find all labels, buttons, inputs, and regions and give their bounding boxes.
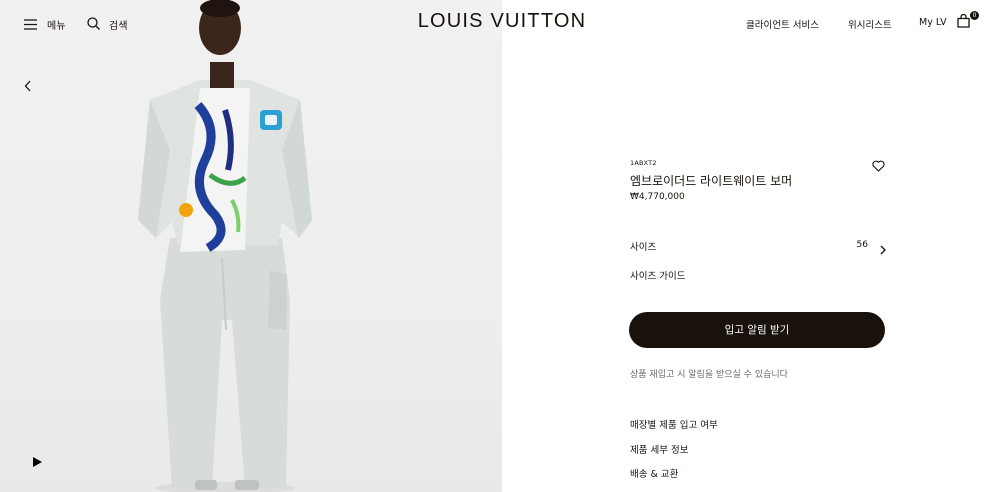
shipping-returns-link[interactable]: 배송 & 교환 xyxy=(630,466,678,480)
wishlist-link[interactable]: 위시리스트 xyxy=(848,17,892,31)
search-button[interactable]: 검색 xyxy=(87,15,128,34)
bag-count-badge: 0 xyxy=(970,11,979,20)
search-label: 검색 xyxy=(109,21,128,32)
product-details-link[interactable]: 제품 세부 정보 xyxy=(630,442,688,456)
shopping-bag-icon[interactable] xyxy=(957,13,970,32)
store-availability-link[interactable]: 매장별 제품 입고 여부 xyxy=(630,417,718,431)
search-icon xyxy=(87,15,100,34)
product-price: ₩4,770,000 xyxy=(630,192,685,202)
menu-icon xyxy=(24,15,37,34)
menu-button[interactable]: 메뉴 xyxy=(24,15,66,34)
product-image xyxy=(0,0,502,492)
menu-label: 메뉴 xyxy=(47,21,66,32)
heart-icon[interactable] xyxy=(872,157,885,176)
client-service-link[interactable]: 클라이언트 서비스 xyxy=(746,17,819,31)
chevron-left-icon[interactable] xyxy=(24,77,32,96)
site-header: 메뉴 검색 LOUIS VUITTON 클라이언트 서비스 위시리스트 My L… xyxy=(0,0,1000,46)
size-value: 56 xyxy=(856,240,868,250)
size-label: 사이즈 xyxy=(630,242,657,253)
notify-restock-button[interactable]: 입고 알림 받기 xyxy=(629,312,885,348)
brand-logo[interactable]: LOUIS VUITTON xyxy=(416,10,588,33)
size-selector[interactable]: 사이즈 56 xyxy=(630,239,886,255)
size-guide-link[interactable]: 사이즈 가이드 xyxy=(630,268,685,282)
product-name: 엠브로이더드 라이트웨이트 보머 xyxy=(630,174,793,188)
chevron-right-icon xyxy=(880,240,886,259)
restock-note: 상품 재입고 시 알림을 받으실 수 있습니다 xyxy=(630,370,788,380)
my-lv-link[interactable]: My LV xyxy=(919,17,947,28)
product-sku: 1ABXT2 xyxy=(630,159,657,167)
play-icon[interactable] xyxy=(33,452,42,471)
model-figure xyxy=(138,0,312,492)
